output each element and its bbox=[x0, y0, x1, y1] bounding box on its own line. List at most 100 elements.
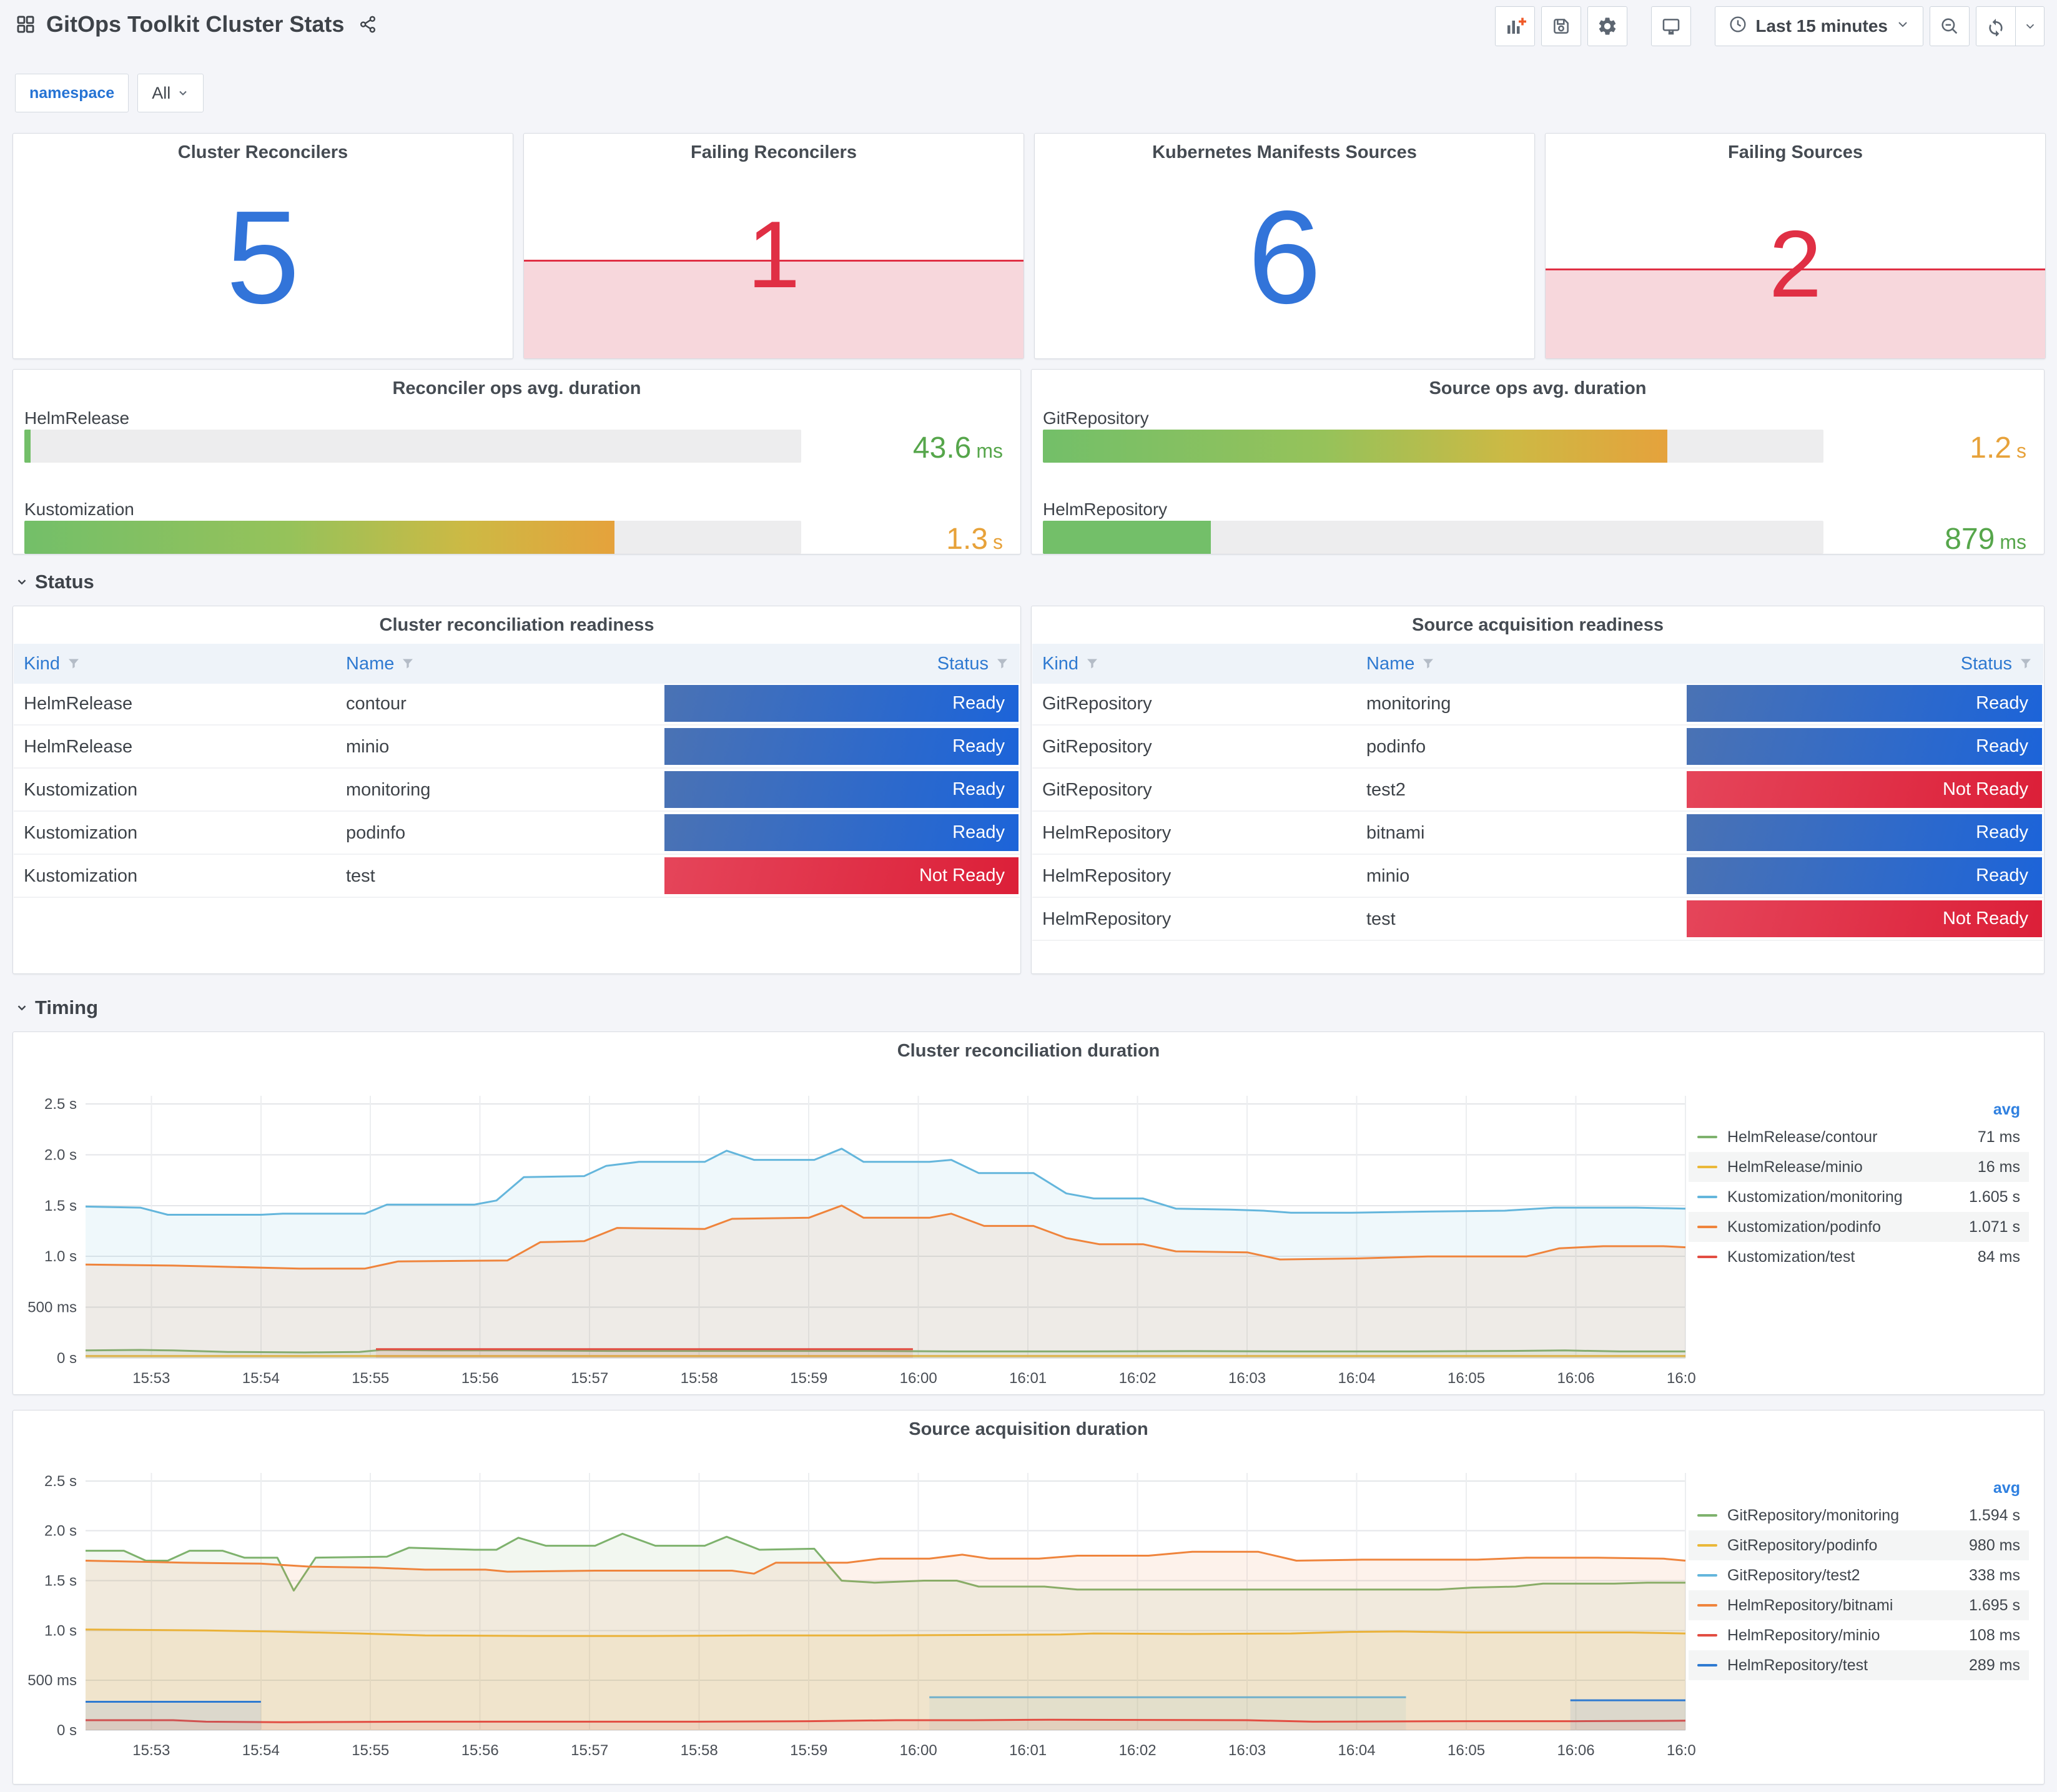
column-header-status[interactable]: Status bbox=[1961, 644, 2033, 684]
gauge-bar-fill bbox=[1043, 430, 1667, 463]
legend-item[interactable]: GitRepository/monitoring 1.594 s bbox=[1689, 1500, 2029, 1530]
legend-item[interactable]: HelmRelease/contour 71 ms bbox=[1689, 1122, 2029, 1152]
column-header-kind[interactable]: Kind bbox=[24, 644, 81, 684]
variable-namespace-value-dropdown[interactable]: All bbox=[137, 74, 204, 112]
status-badge: Ready bbox=[1687, 685, 2042, 722]
time-series-plot[interactable]: 0 s 500 ms 1.0 s 1.5 s 2.0 s 2.5 s 15:53 15:54 1… bbox=[23, 1445, 1695, 1779]
panel-title[interactable]: Kubernetes Manifests Sources bbox=[1035, 142, 1534, 163]
dashboard-settings-button[interactable] bbox=[1587, 6, 1628, 46]
cell-name: test bbox=[1366, 909, 1396, 929]
y-axis-tick: 2.0 s bbox=[44, 1146, 77, 1163]
legend-item[interactable]: Kustomization/test 84 ms bbox=[1689, 1242, 2029, 1272]
x-axis-tick: 16:06 bbox=[1557, 1370, 1594, 1387]
series-color-swatch bbox=[1697, 1664, 1717, 1666]
stat-panel: Failing Sources 2 bbox=[1545, 133, 2046, 359]
filter-icon[interactable] bbox=[66, 656, 81, 671]
panel-title[interactable]: Source acquisition readiness bbox=[1032, 615, 2044, 636]
filter-icon[interactable] bbox=[1085, 656, 1100, 671]
x-axis-tick: 15:59 bbox=[790, 1742, 827, 1759]
legend-item[interactable]: HelmRepository/minio 108 ms bbox=[1689, 1620, 2029, 1650]
table-header-row: Kind Name Status bbox=[1032, 644, 2043, 684]
series-name: GitRepository/test2 bbox=[1727, 1566, 1860, 1584]
status-badge: Not Ready bbox=[1687, 900, 2042, 937]
x-axis-tick: 16:06 bbox=[1557, 1742, 1594, 1759]
series-color-swatch bbox=[1697, 1574, 1717, 1577]
series-name: Kustomization/test bbox=[1727, 1248, 1855, 1266]
gauge-row-label: GitRepository bbox=[1043, 408, 1149, 428]
status-badge: Ready bbox=[1687, 857, 2042, 894]
cell-name: podinfo bbox=[1366, 737, 1426, 757]
stat-value: 2 bbox=[1768, 210, 1822, 317]
x-axis-tick: 16:07 bbox=[1667, 1742, 1695, 1759]
panel-title[interactable]: Cluster reconciliation duration bbox=[13, 1041, 2044, 1061]
column-header-name[interactable]: Name bbox=[1366, 644, 1436, 684]
panel-title[interactable]: Failing Reconcilers bbox=[524, 142, 1024, 163]
variable-namespace-label[interactable]: namespace bbox=[15, 74, 129, 112]
legend-item[interactable]: GitRepository/podinfo 980 ms bbox=[1689, 1530, 2029, 1560]
save-dashboard-button[interactable] bbox=[1541, 6, 1582, 46]
add-panel-button[interactable] bbox=[1495, 6, 1536, 46]
x-axis-tick: 16:05 bbox=[1448, 1742, 1485, 1759]
legend-item[interactable]: HelmRepository/bitnami 1.695 s bbox=[1689, 1590, 2029, 1620]
section-header-timing[interactable]: Timing bbox=[15, 997, 98, 1019]
legend-item[interactable]: Kustomization/podinfo 1.071 s bbox=[1689, 1212, 2029, 1242]
legend-item[interactable]: GitRepository/test2 338 ms bbox=[1689, 1560, 2029, 1590]
x-axis-tick: 15:58 bbox=[681, 1742, 718, 1759]
stat-value: 6 bbox=[1248, 183, 1321, 331]
x-axis-tick: 16:04 bbox=[1338, 1742, 1376, 1759]
time-series-plot[interactable]: 0 s 500 ms 1.0 s 1.5 s 2.0 s 2.5 s 15:53 15:54 1… bbox=[23, 1067, 1695, 1387]
refresh-dashboard-button[interactable] bbox=[1976, 6, 2016, 46]
y-axis-tick: 1.5 s bbox=[44, 1198, 77, 1214]
legend-item[interactable]: HelmRelease/minio 16 ms bbox=[1689, 1152, 2029, 1182]
x-axis-tick: 16:04 bbox=[1338, 1370, 1376, 1387]
table-header-row: Kind Name Status bbox=[14, 644, 1020, 684]
refresh-interval-dropdown[interactable] bbox=[2016, 6, 2045, 46]
column-header-kind[interactable]: Kind bbox=[1042, 644, 1100, 684]
legend-item[interactable]: HelmRepository/test 289 ms bbox=[1689, 1650, 2029, 1680]
x-axis-tick: 15:53 bbox=[132, 1370, 170, 1387]
column-header-status[interactable]: Status bbox=[937, 644, 1010, 684]
panel-source-acquisition-duration: Source acquisition duration 0 s 500 ms 1.0… bbox=[12, 1410, 2045, 1785]
cell-name: podinfo bbox=[346, 823, 406, 843]
filter-icon[interactable] bbox=[1421, 656, 1436, 671]
panel-title[interactable]: Source acquisition duration bbox=[13, 1419, 2044, 1440]
section-header-status[interactable]: Status bbox=[15, 571, 94, 593]
gauge-bar-track bbox=[1043, 521, 1823, 554]
time-range-picker[interactable]: Last 15 minutes bbox=[1715, 6, 1923, 46]
table-row: Kustomization monitoring Ready bbox=[14, 770, 1020, 812]
filter-icon[interactable] bbox=[995, 656, 1010, 671]
x-axis-tick: 15:55 bbox=[352, 1370, 389, 1387]
cell-kind: HelmRepository bbox=[1042, 823, 1172, 843]
legend-item[interactable]: Kustomization/monitoring 1.605 s bbox=[1689, 1182, 2029, 1212]
series-color-swatch bbox=[1697, 1196, 1717, 1198]
cell-kind: Kustomization bbox=[24, 823, 138, 843]
table-panel: Cluster reconciliation readiness Kind Name… bbox=[12, 606, 1021, 974]
filter-icon[interactable] bbox=[2018, 656, 2033, 671]
table-row: GitRepository monitoring Ready bbox=[1032, 684, 2043, 726]
panel-title[interactable]: Failing Sources bbox=[1546, 142, 2045, 163]
chart-legend: avg HelmRelease/contour 71 ms HelmReleas… bbox=[1689, 1097, 2029, 1272]
stat-panel: Cluster Reconcilers 5 bbox=[12, 133, 513, 359]
dashboard-grid-icon[interactable] bbox=[15, 14, 36, 35]
share-dashboard-icon[interactable] bbox=[358, 14, 378, 34]
x-axis-tick: 16:05 bbox=[1448, 1370, 1485, 1387]
panel-title[interactable]: Cluster reconciliation readiness bbox=[13, 615, 1020, 636]
series-avg-value: 289 ms bbox=[1969, 1656, 2020, 1674]
legend-avg-header[interactable]: avg bbox=[1689, 1097, 2029, 1122]
series-name: Kustomization/podinfo bbox=[1727, 1218, 1881, 1236]
status-badge: Not Ready bbox=[664, 857, 1019, 894]
panel-title[interactable]: Source ops avg. duration bbox=[1032, 378, 2044, 399]
gauge-value-unit: s bbox=[993, 531, 1003, 553]
column-header-name[interactable]: Name bbox=[346, 644, 415, 684]
series-avg-value: 338 ms bbox=[1969, 1566, 2020, 1584]
panel-title[interactable]: Cluster Reconcilers bbox=[13, 142, 513, 163]
filter-icon[interactable] bbox=[400, 656, 415, 671]
series-color-swatch bbox=[1697, 1604, 1717, 1607]
legend-avg-header[interactable]: avg bbox=[1689, 1475, 2029, 1500]
panel-title[interactable]: Reconciler ops avg. duration bbox=[13, 378, 1020, 399]
cycle-view-mode-button[interactable] bbox=[1651, 6, 1692, 46]
zoom-out-time-button[interactable] bbox=[1930, 6, 1970, 46]
x-axis-tick: 15:58 bbox=[681, 1370, 718, 1387]
series-avg-value: 16 ms bbox=[1977, 1158, 2020, 1176]
series-name: GitRepository/podinfo bbox=[1727, 1536, 1878, 1554]
